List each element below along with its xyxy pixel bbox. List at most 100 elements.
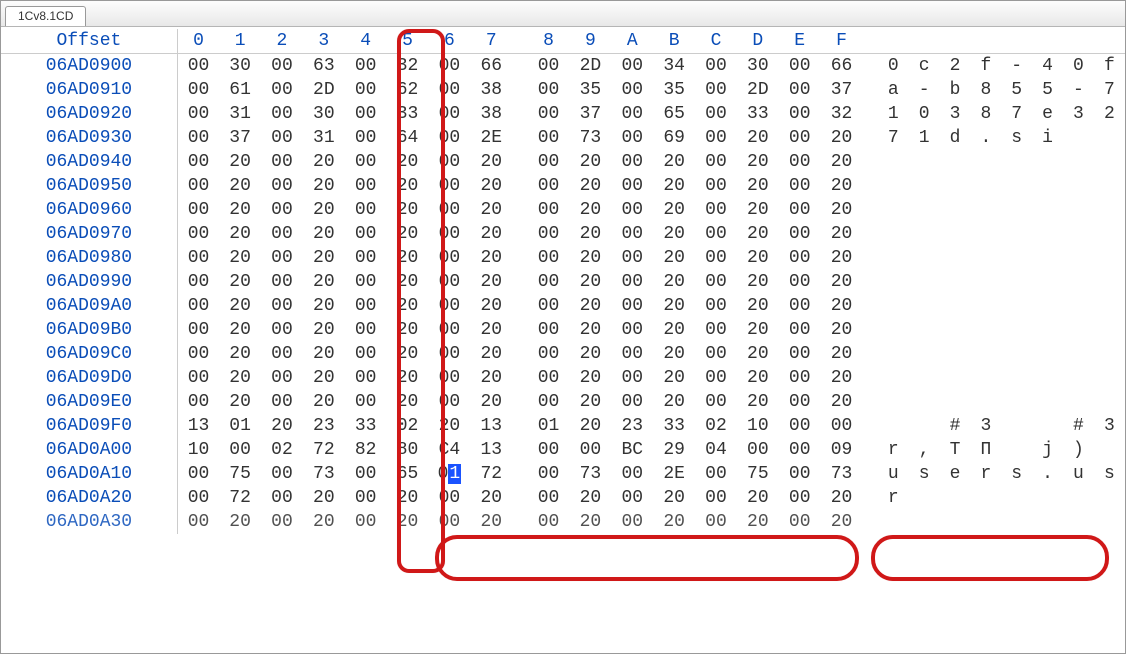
- hex-cell[interactable]: 00: [695, 270, 737, 294]
- hex-cell[interactable]: 20: [387, 510, 429, 534]
- ascii-cell[interactable]: [940, 342, 971, 366]
- hex-cell[interactable]: 20: [653, 318, 695, 342]
- ascii-cell[interactable]: [909, 486, 940, 510]
- hex-cell[interactable]: 00: [261, 390, 303, 414]
- hex-cell[interactable]: 00: [528, 102, 570, 126]
- hex-cell[interactable]: 20: [737, 222, 779, 246]
- ascii-cell[interactable]: [1094, 390, 1125, 414]
- hex-cell[interactable]: 20: [219, 222, 261, 246]
- hex-cell[interactable]: 20: [569, 150, 611, 174]
- ascii-cell[interactable]: 4: [1032, 54, 1063, 79]
- ascii-cell[interactable]: [878, 342, 909, 366]
- hex-cell[interactable]: 20: [303, 174, 345, 198]
- hex-cell[interactable]: 20: [653, 342, 695, 366]
- ascii-cell[interactable]: [1001, 510, 1032, 534]
- hex-cell[interactable]: 00: [611, 174, 653, 198]
- hex-cell[interactable]: 20: [303, 510, 345, 534]
- hex-cell[interactable]: 75: [219, 462, 261, 486]
- hex-cell[interactable]: 13: [470, 414, 512, 438]
- hex-cell[interactable]: 20: [387, 366, 429, 390]
- ascii-cell[interactable]: 7: [878, 126, 909, 150]
- ascii-cell[interactable]: [1001, 438, 1032, 462]
- hex-cell[interactable]: 20: [303, 150, 345, 174]
- ascii-cell[interactable]: [1094, 126, 1125, 150]
- ascii-cell[interactable]: 7: [1001, 102, 1032, 126]
- hex-cell[interactable]: 00: [177, 510, 219, 534]
- hex-cell[interactable]: 00: [177, 150, 219, 174]
- hex-cell[interactable]: 20: [219, 198, 261, 222]
- ascii-cell[interactable]: [909, 366, 940, 390]
- hex-cell[interactable]: 00: [345, 78, 387, 102]
- hex-cell[interactable]: 00: [695, 510, 737, 534]
- ascii-cell[interactable]: [940, 150, 971, 174]
- hex-cell[interactable]: 00: [428, 126, 470, 150]
- hex-cell[interactable]: 29: [653, 438, 695, 462]
- hex-cell[interactable]: 00: [261, 270, 303, 294]
- ascii-cell[interactable]: [970, 510, 1001, 534]
- ascii-cell[interactable]: .: [1032, 462, 1063, 486]
- hex-cell[interactable]: 20: [219, 174, 261, 198]
- hex-cell[interactable]: 20: [821, 222, 863, 246]
- hex-cell[interactable]: 20: [303, 198, 345, 222]
- hex-cell[interactable]: 00: [611, 150, 653, 174]
- ascii-cell[interactable]: s: [909, 462, 940, 486]
- hex-cell[interactable]: 20: [569, 366, 611, 390]
- hex-cell[interactable]: 01: [219, 414, 261, 438]
- hex-cell[interactable]: 37: [219, 126, 261, 150]
- hex-cell[interactable]: 20: [219, 318, 261, 342]
- hex-row[interactable]: 06AD09C000200020002000200020002000200020: [1, 342, 1125, 366]
- ascii-cell[interactable]: [1001, 486, 1032, 510]
- hex-cell[interactable]: 20: [737, 318, 779, 342]
- hex-cell[interactable]: 20: [821, 366, 863, 390]
- ascii-cell[interactable]: [1001, 246, 1032, 270]
- hex-cell[interactable]: 72: [470, 462, 512, 486]
- hex-cell[interactable]: 00: [261, 486, 303, 510]
- ascii-cell[interactable]: [1094, 342, 1125, 366]
- ascii-cell[interactable]: [878, 414, 909, 438]
- ascii-cell[interactable]: 0: [878, 54, 909, 79]
- hex-cell[interactable]: 38: [470, 102, 512, 126]
- ascii-cell[interactable]: [1094, 222, 1125, 246]
- hex-cell[interactable]: 20: [821, 390, 863, 414]
- hex-cell[interactable]: 20: [303, 366, 345, 390]
- hex-cell[interactable]: 00: [611, 222, 653, 246]
- hex-cell[interactable]: 20: [569, 174, 611, 198]
- hex-cell[interactable]: 35: [569, 78, 611, 102]
- hex-cell[interactable]: 00: [345, 342, 387, 366]
- ascii-cell[interactable]: [1032, 246, 1063, 270]
- ascii-cell[interactable]: [1001, 342, 1032, 366]
- hex-cell[interactable]: 20: [569, 342, 611, 366]
- hex-cell[interactable]: 00: [345, 222, 387, 246]
- hex-cell[interactable]: 32: [821, 102, 863, 126]
- hex-cell[interactable]: 00: [177, 198, 219, 222]
- ascii-cell[interactable]: [1063, 126, 1094, 150]
- hex-cell[interactable]: 20: [470, 294, 512, 318]
- ascii-cell[interactable]: 5: [1001, 78, 1032, 102]
- ascii-cell[interactable]: [940, 318, 971, 342]
- ascii-cell[interactable]: [940, 366, 971, 390]
- hex-cell[interactable]: 20: [303, 390, 345, 414]
- hex-cell[interactable]: 00: [611, 390, 653, 414]
- hex-cell[interactable]: 20: [737, 294, 779, 318]
- ascii-cell[interactable]: [1094, 294, 1125, 318]
- ascii-cell[interactable]: [878, 246, 909, 270]
- hex-cell[interactable]: 00: [177, 126, 219, 150]
- hex-cell[interactable]: 00: [528, 126, 570, 150]
- hex-cell[interactable]: 00: [345, 54, 387, 79]
- ascii-cell[interactable]: 0: [909, 102, 940, 126]
- hex-cell[interactable]: 20: [821, 126, 863, 150]
- hex-cell[interactable]: 00: [177, 342, 219, 366]
- hex-cell[interactable]: 20: [470, 222, 512, 246]
- hex-cell[interactable]: 10: [737, 414, 779, 438]
- ascii-cell[interactable]: 7: [1094, 78, 1125, 102]
- hex-cell[interactable]: 20: [653, 270, 695, 294]
- hex-row[interactable]: 06AD092000310030003300380037006500330032…: [1, 102, 1125, 126]
- ascii-cell[interactable]: [970, 246, 1001, 270]
- hex-cell[interactable]: 00: [345, 102, 387, 126]
- ascii-cell[interactable]: [970, 198, 1001, 222]
- hex-cell[interactable]: 34: [653, 54, 695, 79]
- ascii-cell[interactable]: [970, 150, 1001, 174]
- hex-cell[interactable]: 00: [779, 246, 821, 270]
- hex-cell[interactable]: 20: [737, 150, 779, 174]
- ascii-cell[interactable]: s: [1094, 462, 1125, 486]
